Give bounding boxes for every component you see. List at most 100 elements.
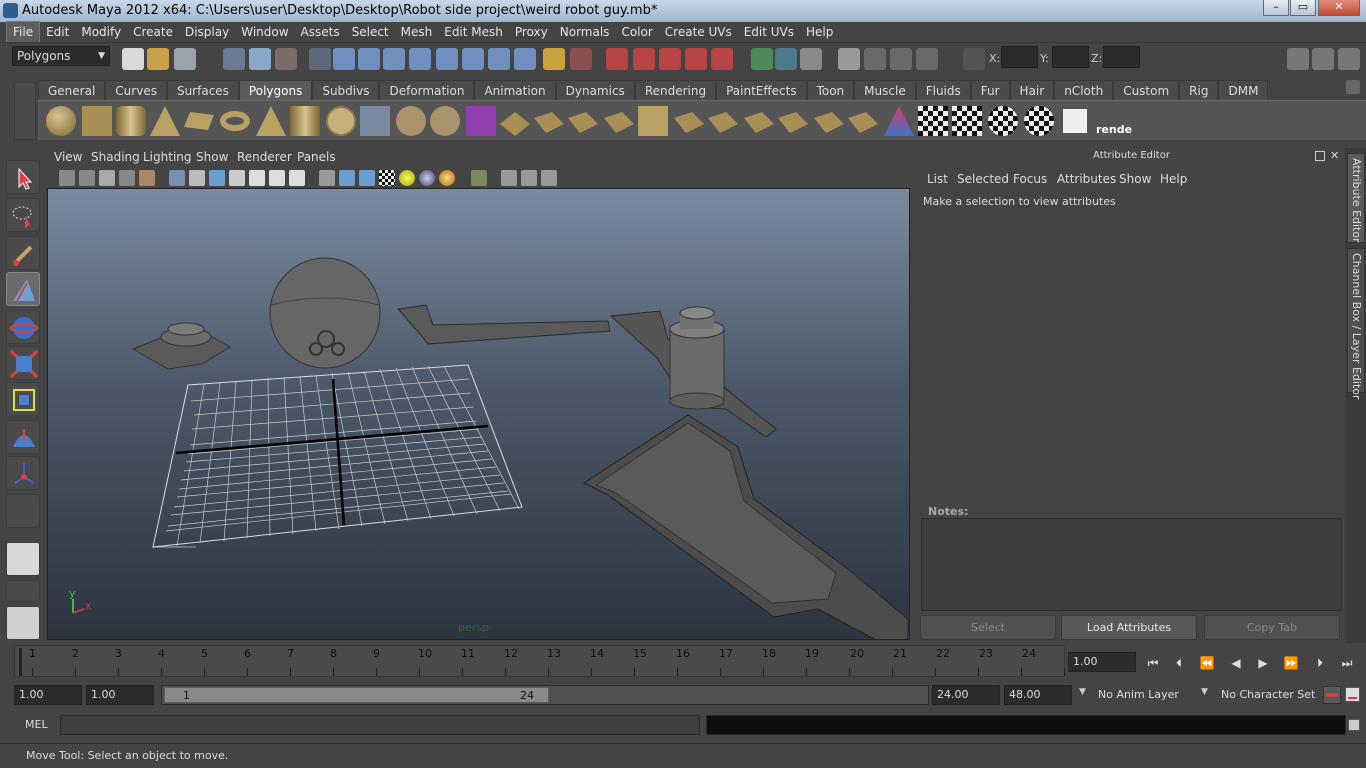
shelf-tab-rendering[interactable]: Rendering	[634, 80, 717, 100]
tab-attribute-editor[interactable]: Attribute Editor	[1347, 153, 1365, 243]
start-time-field[interactable]: 1.00	[14, 685, 82, 705]
attr-menu-help[interactable]: Help	[1160, 172, 1187, 186]
mel-command-input[interactable]	[60, 715, 700, 735]
playback-end-field[interactable]: 24.00	[932, 685, 1000, 705]
panel-menu-show[interactable]: Show	[196, 150, 228, 164]
poly-cube-icon[interactable]	[82, 106, 112, 136]
go-to-start-icon[interactable]: ⏮	[1144, 654, 1162, 672]
y-coord-field[interactable]	[1052, 46, 1089, 68]
panel-menu-view[interactable]: View	[54, 150, 82, 164]
rotate-tool-icon[interactable]	[6, 310, 40, 344]
trash-icon[interactable]	[1346, 80, 1360, 94]
wireframe-on-shaded-icon[interactable]	[359, 170, 375, 186]
menu-proxy[interactable]: Proxy	[509, 22, 554, 42]
outliner-layout-icon[interactable]	[6, 606, 40, 640]
panel-menu-panels[interactable]: Panels	[297, 150, 336, 164]
camera-attributes-icon[interactable]	[79, 170, 95, 186]
lock-selection-icon[interactable]	[543, 48, 565, 70]
shelf-tab-animation[interactable]: Animation	[474, 80, 556, 100]
help-question-icon[interactable]	[514, 48, 536, 70]
paint-select-tool-icon[interactable]	[6, 236, 40, 270]
xray-joints-icon[interactable]	[521, 170, 537, 186]
poly-pipe-icon[interactable]	[290, 106, 320, 136]
menu-create[interactable]: Create	[127, 22, 179, 42]
shelf-grip[interactable]	[14, 82, 36, 140]
attr-menu-show[interactable]: Show	[1119, 172, 1151, 186]
planar-mapping-icon[interactable]	[918, 106, 948, 136]
shelf-tab-deformation[interactable]: Deformation	[379, 80, 475, 100]
menu-help[interactable]: Help	[800, 22, 839, 42]
go-to-end-icon[interactable]: ⏭	[1338, 654, 1356, 672]
minimize-button[interactable]: –	[1263, 0, 1289, 16]
snap-to-curve-icon[interactable]	[633, 48, 655, 70]
construction-history-icon[interactable]	[800, 48, 822, 70]
shelf-tab-painteffects[interactable]: PaintEffects	[716, 80, 807, 100]
play-forwards-icon[interactable]: ▶	[1254, 654, 1272, 672]
menu-create-uvs[interactable]: Create UVs	[659, 22, 738, 42]
close-panel-icon[interactable]: ✕	[1330, 149, 1339, 162]
menuset-dropdown[interactable]: Polygons ▼	[12, 46, 110, 66]
universal-manipulator-icon[interactable]	[6, 382, 40, 416]
menu-color[interactable]: Color	[615, 22, 658, 42]
scale-tool-icon[interactable]	[6, 346, 40, 380]
insert-edge-loop-icon[interactable]	[638, 106, 668, 136]
select-by-component-icon[interactable]	[275, 48, 297, 70]
smooth-icon[interactable]	[430, 106, 460, 136]
two-d-pan-zoom-icon[interactable]	[139, 170, 155, 186]
script-editor-icon[interactable]	[1348, 719, 1360, 731]
maximize-button[interactable]: ▭	[1290, 0, 1316, 16]
highlight-selection-icon[interactable]	[570, 48, 592, 70]
select-handle-icon[interactable]	[309, 48, 331, 70]
shelf-tab-subdivs[interactable]: Subdivs	[312, 80, 380, 100]
offset-edge-loop-icon[interactable]	[674, 112, 704, 133]
shelf-tab-curves[interactable]: Curves	[105, 80, 167, 100]
delete-edge-icon[interactable]	[848, 112, 878, 133]
time-slider[interactable]: 1 2 3 4 5 6 7 8 9 10 11 12 13 14 15 16 1…	[14, 645, 1066, 677]
resolution-gate-icon[interactable]	[209, 170, 225, 186]
menu-mesh[interactable]: Mesh	[395, 22, 439, 42]
attr-menu-list[interactable]: List	[927, 172, 948, 186]
append-polygon-icon[interactable]	[568, 112, 598, 133]
separate-icon[interactable]	[396, 106, 426, 136]
image-plane-icon[interactable]	[119, 170, 135, 186]
attr-menu-attributes[interactable]: Attributes	[1057, 172, 1116, 186]
shelf-tab-custom[interactable]: Custom	[1113, 80, 1180, 100]
bridge-icon[interactable]	[534, 112, 564, 133]
show-channel-box-icon[interactable]	[1338, 48, 1360, 70]
step-forward-frame-icon[interactable]: ⏵	[1311, 654, 1329, 672]
snap-to-point-icon[interactable]	[659, 48, 681, 70]
poly-cone-icon[interactable]	[150, 106, 180, 136]
copy-tab-button[interactable]: Copy Tab	[1204, 615, 1340, 640]
field-chart-icon[interactable]	[249, 170, 265, 186]
close-button[interactable]: ✕	[1318, 0, 1360, 16]
select-by-object-icon[interactable]	[249, 48, 271, 70]
perspective-viewport[interactable]: y x persp	[47, 188, 910, 640]
animation-preferences-icon[interactable]	[1345, 687, 1360, 702]
spherical-mapping-icon[interactable]	[988, 106, 1018, 136]
shadows-icon[interactable]	[419, 170, 435, 186]
show-attribute-editor-icon[interactable]	[1312, 48, 1334, 70]
sculpt-geometry-icon[interactable]	[884, 106, 914, 136]
select-deformer-icon[interactable]	[409, 48, 431, 70]
attr-menu-focus[interactable]: Focus	[1013, 172, 1047, 186]
render-current-frame-icon[interactable]	[864, 48, 886, 70]
menu-assets[interactable]: Assets	[295, 22, 346, 42]
render-icon[interactable]: rende	[1096, 106, 1132, 136]
load-attributes-button[interactable]: Load Attributes	[1061, 615, 1197, 640]
range-slider[interactable]: 1 24	[161, 685, 929, 705]
x-coord-field[interactable]	[1001, 46, 1038, 68]
poly-soccer-ball-icon[interactable]	[326, 106, 356, 136]
output-operations-icon[interactable]	[775, 48, 797, 70]
step-back-key-icon[interactable]: ⏪	[1198, 654, 1216, 672]
xray-icon[interactable]	[501, 170, 517, 186]
menu-edit[interactable]: Edit	[40, 22, 75, 42]
panel-menu-shading[interactable]: Shading	[91, 150, 140, 164]
render-settings-icon[interactable]	[916, 48, 938, 70]
snap-to-view-plane-icon[interactable]	[685, 48, 707, 70]
select-by-hierarchy-icon[interactable]	[223, 48, 245, 70]
select-tool-icon[interactable]	[6, 160, 40, 194]
menu-display[interactable]: Display	[179, 22, 235, 42]
end-time-field[interactable]: 48.00	[1004, 685, 1072, 705]
high-quality-icon[interactable]	[439, 170, 455, 186]
film-gate-icon[interactable]	[189, 170, 205, 186]
